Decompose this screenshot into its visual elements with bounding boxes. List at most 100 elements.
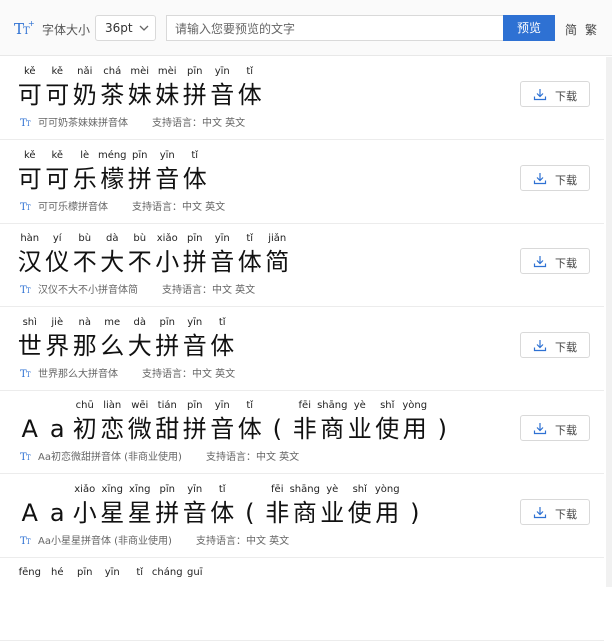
- pinyin-syllable: jiǎn: [267, 232, 286, 244]
- font-row: Aa chū 初 liàn 恋 wēi 微 tián 甜 pīn 拼 yīn 音 tǐ 体 (fēi 非 shān…: [0, 391, 604, 474]
- scrollbar[interactable]: [606, 57, 612, 587]
- download-icon: [533, 89, 547, 101]
- sample-character: 用: [375, 499, 399, 527]
- font-sample: kě 可 kě 可 nǎi 奶 chá 茶 mèi 妹 mèi 妹 pīn 拼 yīn 音 tǐ 体: [16, 63, 268, 111]
- font-type-icon: TT: [20, 285, 31, 294]
- pinyin-syllable: kě: [51, 65, 63, 77]
- sample-character: 小: [155, 248, 179, 276]
- sample-character: a: [50, 415, 65, 443]
- download-button[interactable]: 下载: [520, 81, 590, 107]
- sample-character: 非: [265, 499, 289, 527]
- svg-text:T: T: [26, 371, 31, 378]
- pinyin-syllable: shǐ: [380, 399, 395, 411]
- pinyin-syllable: hàn: [20, 232, 39, 244]
- font-size-value: 36pt: [105, 21, 133, 35]
- sample-character: 檬: [100, 165, 124, 193]
- sample-character: 仪: [45, 248, 69, 276]
- pinyin-syllable: guī: [187, 567, 203, 578]
- pinyin-sample-svg: kě 可 kě 可 lè 乐méng 檬 pīn 拼 yīn 音 tǐ 体: [18, 149, 207, 193]
- font-name[interactable]: 汉仪不大不小拼音体简: [38, 285, 138, 296]
- supported-languages: 支持语言：中文 英文: [205, 452, 300, 463]
- font-name[interactable]: Aa初恋微甜拼音体 (非商业使用): [38, 452, 182, 463]
- pinyin-syllable: cháng: [152, 566, 183, 578]
- pinyin-sample-svg: hàn 汉 yí 仪 bù 不 dà 大 bù 不 xiǎo 小 pīn 拼 yīn 音 tǐ 体 jiǎn 简: [18, 232, 290, 276]
- supported-languages: 支持语言：中文 英文: [152, 118, 246, 129]
- sample-character: A: [22, 415, 39, 443]
- download-button[interactable]: 下载: [520, 331, 590, 358]
- sample-character: 界: [45, 332, 69, 360]
- pinyin-syllable: shāng: [317, 400, 347, 411]
- traditional-toggle[interactable]: 繁: [585, 21, 597, 38]
- pinyin-syllable: yè: [354, 399, 366, 411]
- pinyin-syllable: dà: [106, 232, 118, 244]
- sample-character: 大: [100, 248, 124, 276]
- supported-languages: 支持语言：中文 英文: [142, 368, 236, 380]
- font-meta: T T 汉仪不大不小拼音体简 支持语言：中文 英文: [20, 281, 255, 296]
- sample-character: 世: [18, 332, 42, 360]
- sample-character: 小: [73, 499, 97, 527]
- pinyin-syllable: pīn: [77, 567, 92, 578]
- font-meta: T T 可可奶茶妹妹拼音体 支持语言：中文 英文: [20, 114, 245, 129]
- pinyin-syllable: fēng: [19, 567, 41, 578]
- download-button[interactable]: 下载: [520, 415, 590, 441]
- pinyin-syllable: shāng: [290, 484, 320, 495]
- pinyin-syllable: shì: [23, 316, 38, 328]
- pinyin-syllable: yè: [326, 483, 338, 495]
- simplified-toggle[interactable]: 简: [565, 21, 577, 38]
- sample-character: 音: [155, 165, 179, 193]
- sample-character: 妹: [155, 81, 179, 109]
- sample-character: 体: [210, 499, 234, 527]
- font-sample: kě 可 kě 可 lè 乐 méng 檬 pīn 拼 yīn 音 tǐ 体: [16, 147, 213, 195]
- download-label: 下载: [555, 173, 577, 187]
- pinyin-syllable: pīn: [160, 484, 175, 495]
- font-size-select[interactable]: 36pt: [95, 15, 156, 41]
- font-name[interactable]: Aa小星星拼音体 (非商业使用): [38, 536, 172, 547]
- sample-character: 甜: [155, 415, 179, 443]
- sample-character: (: [273, 415, 282, 443]
- download-icon: [533, 256, 547, 268]
- font-meta: T T 世界那么大拼音体 支持语言：中文 英文: [20, 365, 235, 380]
- sample-character: 乐: [73, 165, 97, 193]
- font-sample: fēng hé pīn yīn tǐ cháng guī: [16, 564, 213, 612]
- sample-character: 音: [210, 415, 234, 443]
- pinyin-sample-svg: kě 可 kě 可 nǎi 奶 chá 茶 mèi 妹 mèi 妹 pīn 拼 yīn 音 tǐ 体: [18, 65, 262, 109]
- font-row: fēng hé pīn yīn tǐ cháng guī: [0, 558, 604, 641]
- sample-character: 业: [320, 499, 344, 527]
- svg-text:T: T: [26, 120, 31, 127]
- font-meta: T T 可可乐檬拼音体 支持语言：中文 英文: [20, 198, 225, 213]
- font-size-label: 字体大小: [42, 23, 91, 37]
- download-button[interactable]: 下载: [520, 498, 590, 525]
- pinyin-syllable: kě: [24, 65, 36, 77]
- font-type-icon: TT: [20, 536, 31, 545]
- sample-character: 业: [348, 415, 372, 443]
- sample-character: 简: [265, 248, 289, 276]
- preview-button[interactable]: 预览: [503, 15, 555, 41]
- preview-text-input[interactable]: [173, 17, 497, 41]
- font-sample: hàn 汉 yí 仪 bù 不 dà 大 bù 不 xiǎo 小 pīn 拼 yīn 音 tǐ 体 jiǎn 简: [16, 230, 295, 278]
- download-label: 下载: [555, 507, 577, 521]
- font-row: Aa xiǎo 小 xīng 星 xīng 星 pīn 拼 yīn 音 tǐ 体(fēi 非 shāng 商 y…: [0, 475, 604, 558]
- sample-character: 用: [403, 415, 427, 443]
- download-button[interactable]: 下载: [520, 248, 590, 274]
- supported-languages: 支持语言：中文 英文: [132, 201, 226, 213]
- pinyin-syllable: nǎi: [77, 65, 92, 77]
- pinyin-syllable: me: [104, 317, 120, 328]
- preview-text-field[interactable]: [166, 15, 503, 41]
- font-sample: Aa xiǎo 小 xīng 星 xīng 星 pīn 拼 yīn 音 tǐ 体(fēi 非 shāng 商 y…: [16, 481, 433, 529]
- sample-character: 星: [128, 499, 152, 527]
- pinyin-syllable: pīn: [187, 233, 202, 244]
- download-button[interactable]: 下载: [520, 164, 590, 191]
- sample-character: 音: [210, 248, 234, 276]
- font-row: shì 世 jiè 界 nà 那 me 么 dà 大 pīn 拼 yīn 音 tǐ 体 T T 世界那么大拼音体 支持…: [0, 308, 604, 391]
- font-name[interactable]: 可可奶茶妹妹拼音体: [38, 118, 128, 129]
- svg-text:+: +: [28, 19, 34, 28]
- sample-character: 初: [73, 415, 97, 443]
- pinyin-syllable: shǐ: [353, 483, 368, 495]
- pinyin-syllable: yīn: [187, 317, 202, 328]
- sample-character: 可: [45, 81, 69, 109]
- font-name[interactable]: 可可乐檬拼音体: [38, 202, 108, 213]
- font-type-icon: TT: [20, 202, 31, 211]
- font-name[interactable]: 世界那么大拼音体: [38, 369, 118, 380]
- sample-character: 茶: [100, 81, 124, 109]
- svg-text:T: T: [26, 287, 31, 294]
